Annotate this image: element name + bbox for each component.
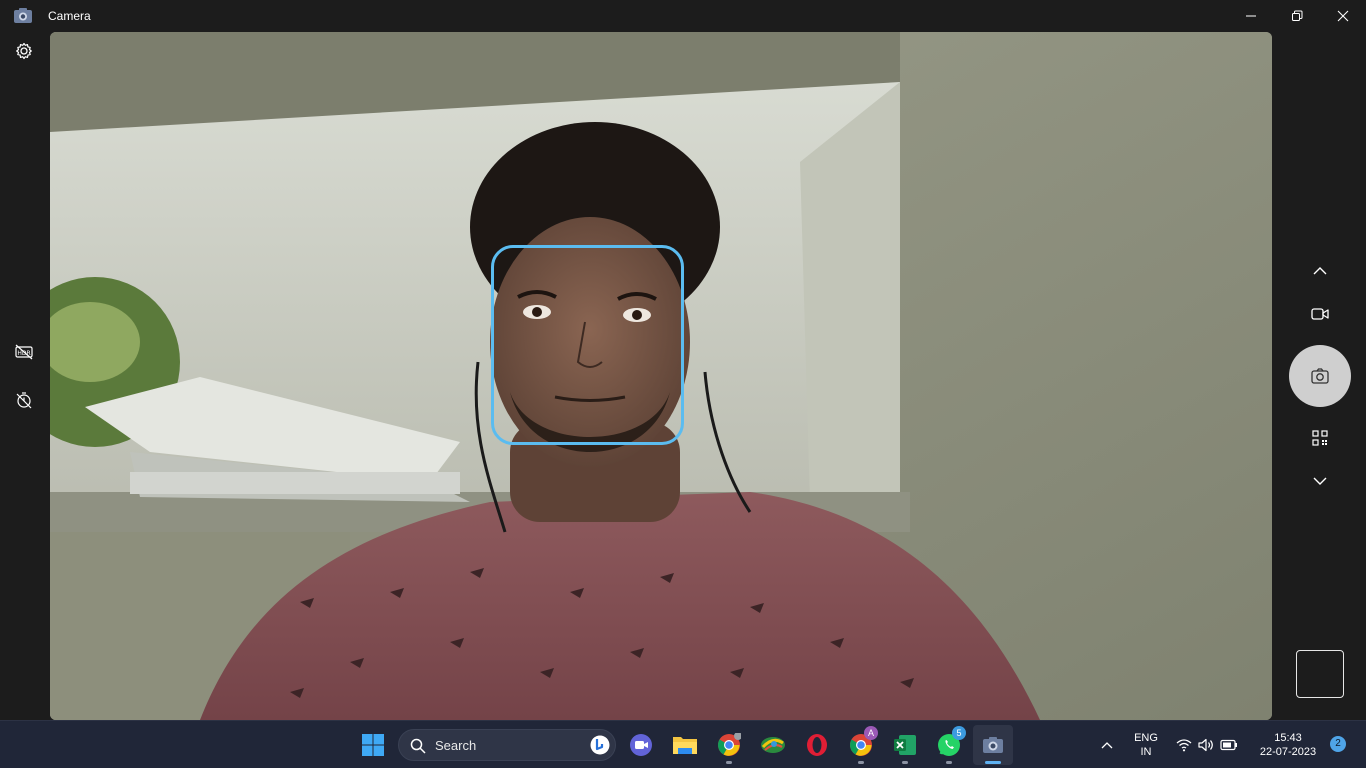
settings-icon — [16, 42, 32, 60]
qr-scan-button[interactable] — [1306, 424, 1334, 452]
clock[interactable]: 15:43 22-07-2023 — [1252, 731, 1324, 759]
timer-toggle[interactable] — [12, 388, 36, 412]
window-title: Camera — [48, 9, 91, 23]
wifi-icon — [1176, 739, 1192, 752]
notification-count-badge[interactable]: 2 — [1330, 736, 1346, 752]
app-icon — [761, 737, 785, 753]
chevron-up-icon — [1101, 742, 1113, 749]
hdr-toggle[interactable]: HDR — [12, 340, 36, 364]
teams-meet-icon — [630, 734, 652, 756]
taskbar-chrome[interactable] — [709, 725, 749, 765]
mode-down-button[interactable] — [1306, 467, 1334, 495]
title-bar: Camera — [0, 0, 1366, 32]
settings-button[interactable] — [12, 39, 36, 63]
clock-time: 15:43 — [1274, 732, 1302, 744]
chevron-up-icon — [1313, 267, 1327, 275]
mode-up-button[interactable] — [1306, 257, 1334, 285]
bing-icon — [590, 735, 610, 755]
chevron-down-icon — [1313, 477, 1327, 485]
excel-icon — [894, 735, 916, 755]
taskbar-app[interactable] — [753, 725, 793, 765]
taskbar-file-explorer[interactable] — [665, 725, 705, 765]
opera-icon — [807, 734, 827, 756]
show-hidden-icons-button[interactable] — [1094, 725, 1120, 765]
close-icon — [1337, 10, 1349, 22]
timer-off-icon — [16, 392, 32, 409]
minimize-icon — [1246, 15, 1256, 17]
taskbar-excel[interactable] — [885, 725, 925, 765]
minimize-button[interactable] — [1228, 0, 1274, 32]
start-button[interactable] — [353, 725, 393, 765]
battery-icon — [1220, 739, 1237, 751]
hdr-off-icon: HDR — [15, 344, 33, 360]
qr-scan-icon — [1312, 430, 1328, 446]
taskbar-opera[interactable] — [797, 725, 837, 765]
camera-viewfinder[interactable] — [50, 32, 1272, 720]
restore-icon — [1292, 10, 1303, 21]
chrome-icon — [718, 733, 741, 756]
quick-settings-button[interactable] — [1172, 725, 1242, 765]
video-mode-icon — [1311, 308, 1329, 320]
taskbar-whatsapp[interactable]: 5 — [929, 725, 969, 765]
search-label: Search — [435, 738, 477, 753]
last-capture-thumbnail[interactable] — [1296, 650, 1344, 698]
face-detection-frame — [491, 245, 684, 445]
taskbar-chrome-profile[interactable]: A — [841, 725, 881, 765]
take-photo-button[interactable] — [1289, 345, 1351, 407]
camera-app-icon — [14, 8, 32, 23]
video-mode-button[interactable] — [1306, 300, 1334, 328]
language-indicator[interactable]: ENG IN — [1126, 731, 1166, 759]
close-button[interactable] — [1320, 0, 1366, 32]
volume-icon — [1198, 738, 1213, 752]
taskbar-camera[interactable] — [973, 725, 1013, 765]
folder-icon — [673, 737, 697, 754]
restore-button[interactable] — [1274, 0, 1320, 32]
search-icon — [410, 738, 426, 754]
photo-shutter-icon — [1311, 368, 1329, 384]
taskbar: Search A 5 ENG IN 15:43 22-07-2023 2 — [0, 720, 1366, 768]
camera-icon — [983, 737, 1003, 753]
taskbar-teams[interactable] — [621, 725, 661, 765]
whatsapp-badge: 5 — [952, 726, 966, 740]
clock-date: 22-07-2023 — [1259, 746, 1317, 758]
windows-start-icon — [362, 734, 384, 756]
taskbar-search[interactable]: Search — [398, 729, 616, 761]
profile-badge: A — [864, 726, 878, 740]
